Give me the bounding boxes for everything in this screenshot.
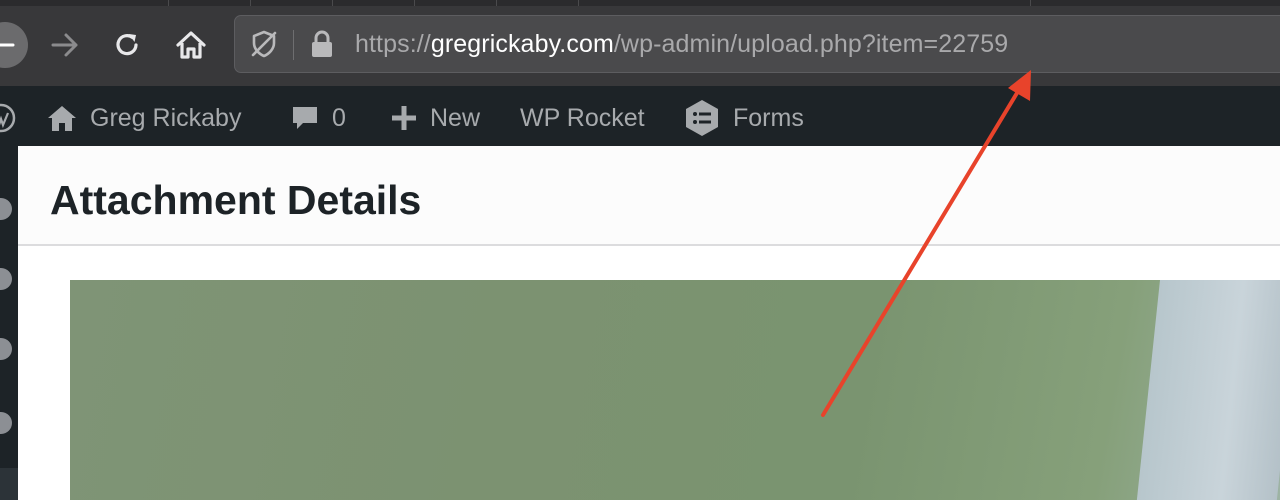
attachment-image-preview	[70, 280, 1280, 500]
plus-icon	[392, 106, 416, 130]
wp-rocket-label: WP Rocket	[520, 103, 645, 132]
forms-menu[interactable]: Forms	[683, 86, 804, 150]
wp-rocket-menu[interactable]: WP Rocket	[520, 86, 645, 150]
wordpress-logo-icon	[0, 103, 16, 133]
lock-icon[interactable]	[309, 29, 335, 64]
new-content-menu[interactable]: New	[390, 86, 480, 150]
url-text[interactable]: https://gregrickaby.com/wp-admin/upload.…	[355, 29, 1008, 59]
comment-icon	[293, 107, 317, 129]
url-path: /wp-admin/upload.php?item=22759	[613, 30, 1009, 58]
browser-toolbar: https://gregrickaby.com/wp-admin/upload.…	[0, 6, 1280, 86]
wp-admin-bar: Greg Rickaby 0 New WP Rocket Forms	[0, 86, 1280, 150]
forward-button[interactable]	[42, 22, 88, 68]
modal-title: Attachment Details	[50, 177, 422, 223]
address-bar-divider	[293, 30, 294, 60]
admin-sidebar-edge	[0, 150, 18, 500]
home-button[interactable]	[168, 22, 214, 68]
url-scheme: https://	[355, 30, 431, 58]
forward-icon	[51, 33, 78, 57]
site-name: Greg Rickaby	[90, 103, 242, 132]
sidebar-active-item	[0, 468, 18, 500]
dashboard-icon[interactable]	[0, 198, 12, 220]
url-host: gregrickaby.com	[430, 30, 614, 58]
home-icon	[48, 106, 76, 131]
image-light-region	[1136, 280, 1280, 500]
modal-header: Attachment Details	[18, 146, 1280, 246]
reload-button[interactable]	[104, 22, 150, 68]
attachment-details-modal: Attachment Details	[18, 146, 1280, 500]
site-name-menu[interactable]: Greg Rickaby	[46, 86, 241, 150]
reload-icon	[116, 34, 138, 56]
gauge-icon[interactable]	[0, 268, 12, 290]
address-bar[interactable]: https://gregrickaby.com/wp-admin/upload.…	[234, 15, 1280, 73]
forms-label: Forms	[733, 103, 804, 132]
comments-count: 0	[332, 103, 346, 132]
back-button[interactable]	[0, 22, 28, 68]
wp-logo-menu[interactable]	[0, 86, 28, 150]
forms-icon	[686, 100, 718, 136]
new-label: New	[430, 103, 481, 132]
comments-menu[interactable]: 0	[290, 86, 346, 150]
pin-icon[interactable]	[0, 412, 12, 434]
back-icon	[0, 43, 15, 47]
home-icon	[176, 31, 206, 59]
tracking-protection-icon[interactable]	[249, 29, 279, 64]
google-icon[interactable]	[0, 338, 12, 360]
screenshot: https://gregrickaby.com/wp-admin/upload.…	[0, 0, 1280, 500]
